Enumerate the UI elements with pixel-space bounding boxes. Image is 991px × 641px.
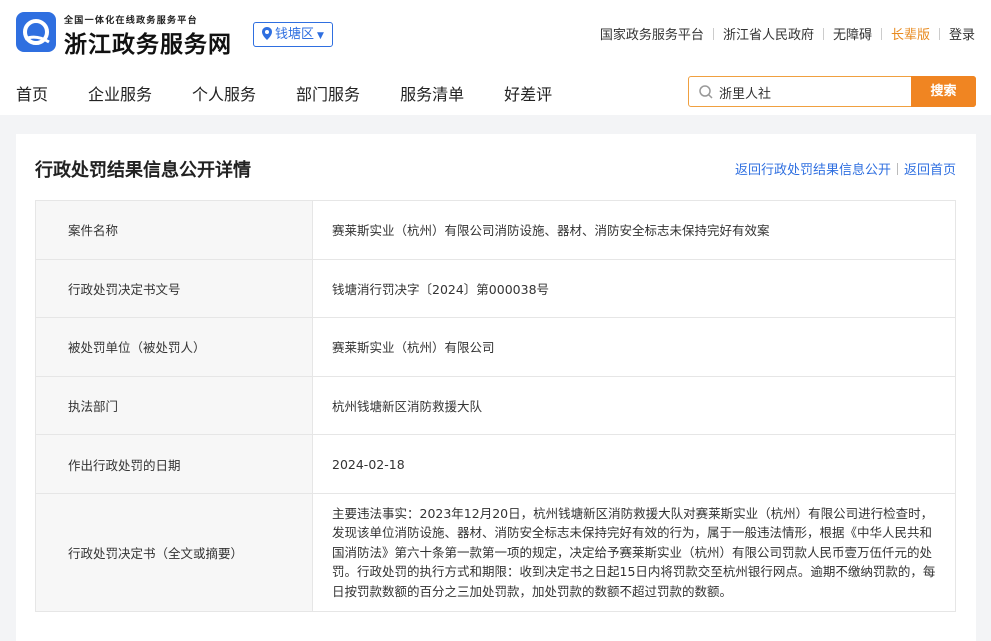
detail-card: 行政处罚结果信息公开详情 返回行政处罚结果信息公开 返回首页 案件名称 赛莱斯实业… (16, 134, 976, 641)
top-links: 国家政务服务平台 浙江省人民政府 无障碍 长辈版 登录 (600, 24, 975, 43)
row-label: 执法部门 (35, 375, 313, 436)
site-logo-icon[interactable] (16, 12, 56, 52)
link-back-home[interactable]: 返回首页 (904, 163, 956, 178)
row-value: 杭州钱塘新区消防救援大队 (312, 375, 956, 436)
nav-home[interactable]: 首页 (16, 81, 48, 105)
search-input[interactable] (719, 81, 899, 103)
table-row: 行政处罚决定书文号 钱塘消行罚决字〔2024〕第000038号 (35, 258, 956, 319)
link-login[interactable]: 登录 (949, 28, 975, 43)
link-zhejiang-gov[interactable]: 浙江省人民政府 (723, 28, 814, 43)
row-value: 赛莱斯实业（杭州）有限公司消防设施、器材、消防安全标志未保持完好有效案 (312, 200, 956, 260)
site-header: 全国一体化在线政务服务平台 浙江政务服务网 钱塘区 ▼ 国家政务服务平台 浙江省人民… (0, 0, 991, 115)
link-accessibility[interactable]: 无障碍 (833, 28, 872, 43)
row-label: 被处罚单位（被处罚人） (35, 317, 313, 377)
nav-feedback[interactable]: 好差评 (504, 81, 552, 105)
row-label: 行政处罚决定书（全文或摘要） (35, 492, 313, 613)
caret-down-icon: ▼ (317, 31, 324, 41)
table-row: 作出行政处罚的日期 2024-02-18 (35, 434, 956, 494)
table-row: 案件名称 赛莱斯实业（杭州）有限公司消防设施、器材、消防安全标志未保持完好有效案 (35, 200, 956, 260)
divider (822, 28, 824, 40)
row-value: 赛莱斯实业（杭州）有限公司 (312, 317, 956, 377)
nav-personal[interactable]: 个人服务 (192, 81, 256, 105)
divider (896, 163, 898, 175)
page-title: 行政处罚结果信息公开详情 (35, 160, 251, 181)
nav-enterprise[interactable]: 企业服务 (88, 81, 152, 105)
divider (880, 28, 882, 40)
divider (712, 28, 714, 40)
location-pin-icon (262, 25, 272, 48)
row-label: 作出行政处罚的日期 (35, 434, 313, 494)
search-icon (698, 84, 714, 104)
link-back-to-list[interactable]: 返回行政处罚结果信息公开 (735, 163, 891, 178)
main-nav: 首页 企业服务 个人服务 部门服务 服务清单 好差评 (16, 81, 592, 105)
link-elder-mode[interactable]: 长辈版 (891, 28, 930, 43)
row-value: 钱塘消行罚决字〔2024〕第000038号 (312, 258, 956, 319)
brand-title[interactable]: 浙江政务服务网 (64, 25, 232, 59)
table-row: 被处罚单位（被处罚人） 赛莱斯实业（杭州）有限公司 (35, 317, 956, 377)
table-row: 行政处罚决定书（全文或摘要） 主要违法事实：2023年12月20日，杭州钱塘新区… (35, 492, 956, 613)
card-links: 返回行政处罚结果信息公开 返回首页 (735, 159, 956, 178)
row-label: 行政处罚决定书文号 (35, 258, 313, 319)
search-box: 搜索 (688, 76, 976, 107)
divider (938, 28, 940, 40)
nav-service-list[interactable]: 服务清单 (400, 81, 464, 105)
row-value: 主要违法事实：2023年12月20日，杭州钱塘新区消防救援大队对赛莱斯实业（杭州… (312, 492, 956, 613)
row-label: 案件名称 (35, 200, 313, 260)
nav-department[interactable]: 部门服务 (296, 81, 360, 105)
region-selector[interactable]: 钱塘区 ▼ (253, 22, 333, 47)
detail-table: 案件名称 赛莱斯实业（杭州）有限公司消防设施、器材、消防安全标志未保持完好有效案… (35, 200, 956, 613)
table-row: 执法部门 杭州钱塘新区消防救援大队 (35, 375, 956, 436)
search-button[interactable]: 搜索 (911, 76, 976, 107)
region-label: 钱塘区 (275, 27, 315, 42)
row-value: 2024-02-18 (312, 434, 956, 494)
link-national-platform[interactable]: 国家政务服务平台 (600, 28, 704, 43)
